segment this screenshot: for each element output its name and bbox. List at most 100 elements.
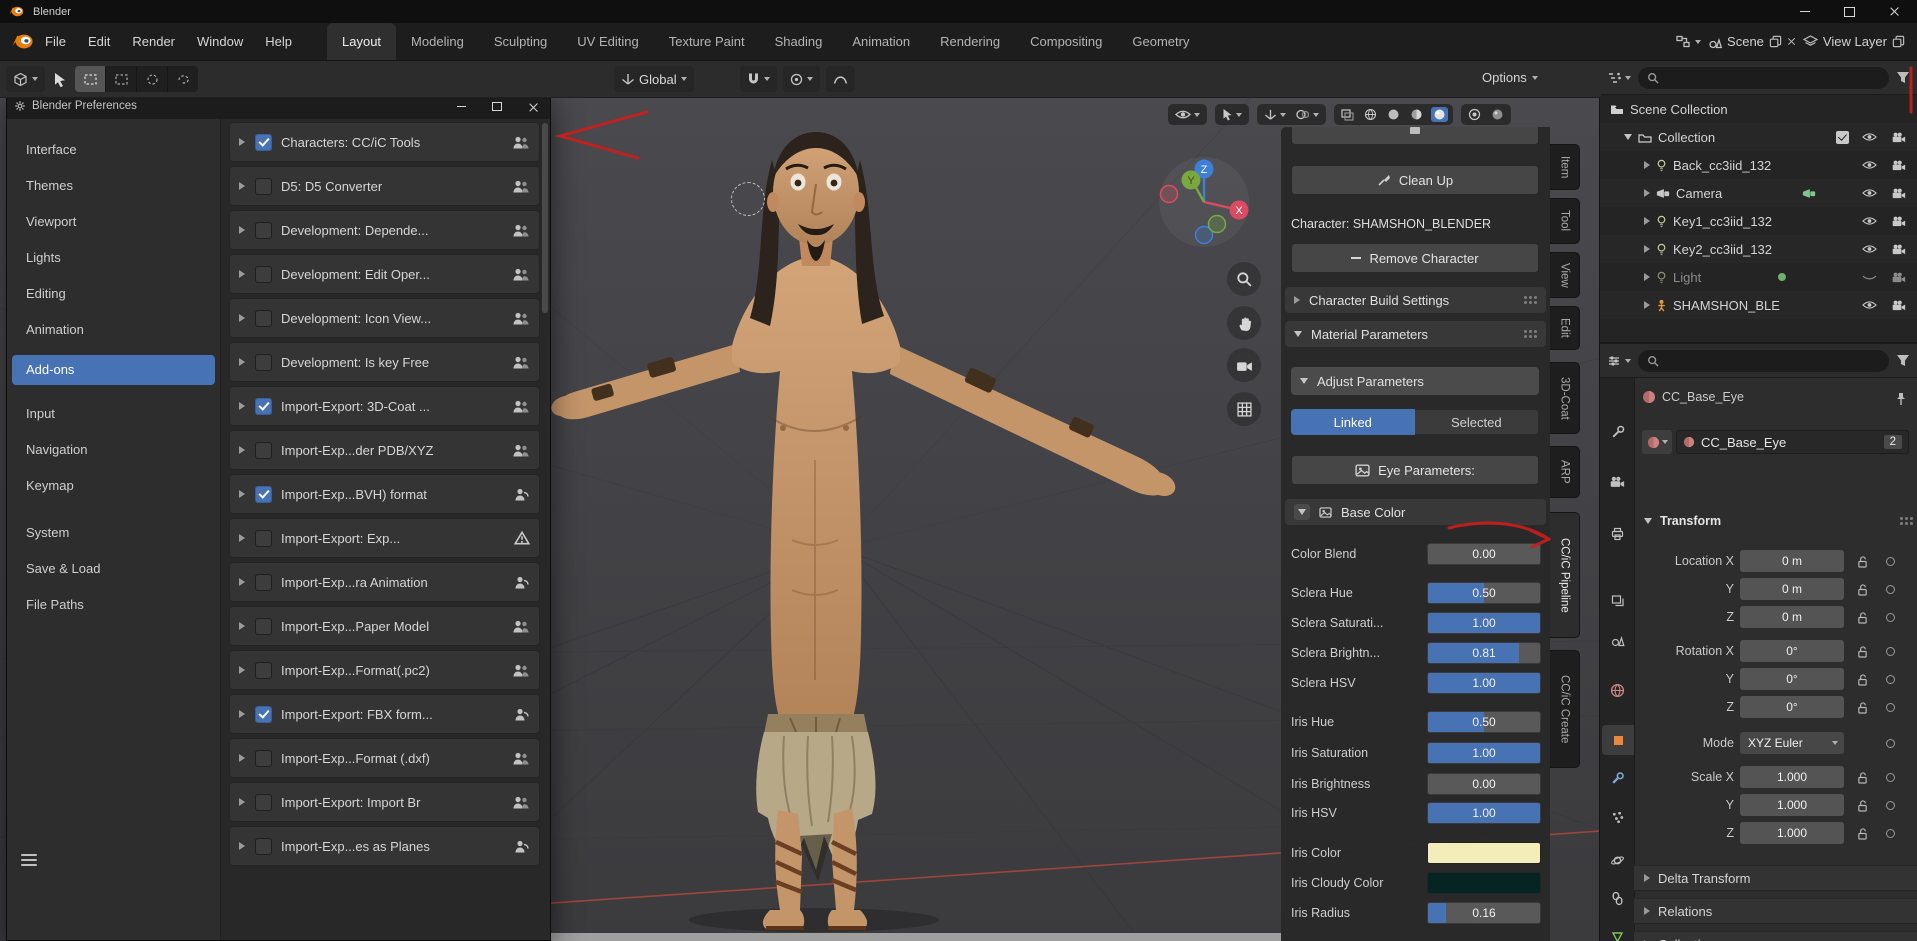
addon-checkbox[interactable] bbox=[255, 749, 272, 767]
addon-checkbox[interactable] bbox=[255, 837, 272, 855]
unlink-scene-icon[interactable] bbox=[1787, 37, 1796, 46]
hide-eye-toggle[interactable] bbox=[1862, 300, 1877, 310]
addon-row[interactable]: Development: Is key Free bbox=[229, 342, 540, 382]
rotation-x-field[interactable]: 0° bbox=[1740, 640, 1844, 662]
menu-help[interactable]: Help bbox=[254, 34, 303, 49]
tab-particles-properties[interactable] bbox=[1600, 802, 1634, 832]
hide-eye-toggle[interactable] bbox=[1862, 132, 1877, 142]
addon-checkbox[interactable] bbox=[255, 441, 272, 459]
tab-rendering[interactable]: Rendering bbox=[925, 23, 1015, 60]
render-toggle[interactable] bbox=[1891, 160, 1906, 171]
pin-icon[interactable] bbox=[1895, 392, 1907, 406]
sidebar-item-viewport[interactable]: Viewport bbox=[12, 207, 215, 237]
transform-orientation-button[interactable]: Global bbox=[614, 66, 694, 92]
lock-icon[interactable] bbox=[1857, 645, 1868, 658]
addon-checkbox[interactable] bbox=[255, 397, 272, 415]
location-y-field[interactable]: 0 m bbox=[1740, 578, 1844, 600]
render-toggle[interactable] bbox=[1891, 300, 1906, 311]
sidebar-item-system[interactable]: System bbox=[12, 518, 215, 548]
expand-icon[interactable] bbox=[239, 710, 255, 718]
addon-row[interactable]: Import-Export: Exp... bbox=[229, 518, 540, 558]
animate-dot[interactable] bbox=[1886, 800, 1895, 810]
material-name-field[interactable]: CC_Base_Eye 2 bbox=[1676, 430, 1909, 454]
expanded-icon[interactable] bbox=[1624, 134, 1632, 140]
addon-row[interactable]: Import-Exp...Format(.pc2) bbox=[229, 650, 540, 690]
addon-checkbox[interactable] bbox=[255, 793, 272, 811]
sclera-hue-slider[interactable]: 0.50 bbox=[1427, 582, 1541, 604]
lock-icon[interactable] bbox=[1857, 827, 1868, 840]
lock-icon[interactable] bbox=[1857, 799, 1868, 812]
collapsed-icon[interactable] bbox=[1644, 301, 1650, 309]
tab-scene-properties[interactable] bbox=[1600, 625, 1634, 655]
iris-radius-slider[interactable]: 0.16 bbox=[1427, 902, 1541, 924]
collapsed-icon[interactable] bbox=[1644, 217, 1650, 225]
tab-item[interactable]: Item bbox=[1550, 144, 1580, 190]
addon-row[interactable]: Import-Export: Import Br bbox=[229, 782, 540, 822]
tab-modeling[interactable]: Modeling bbox=[396, 23, 479, 60]
snap-toggle-button[interactable] bbox=[740, 66, 777, 92]
camera-view-button[interactable] bbox=[1227, 348, 1261, 382]
rotation-z-field[interactable]: 0° bbox=[1740, 696, 1844, 718]
expand-icon[interactable] bbox=[239, 754, 255, 762]
addon-row[interactable]: Development: Icon View... bbox=[229, 298, 540, 338]
animate-dot[interactable] bbox=[1886, 828, 1895, 838]
preferences-menu-button[interactable] bbox=[21, 854, 37, 856]
expand-icon[interactable] bbox=[239, 446, 255, 454]
render-toggle[interactable] bbox=[1891, 216, 1906, 227]
sidebar-item-save-load[interactable]: Save & Load bbox=[12, 554, 215, 584]
hide-eye-toggle[interactable] bbox=[1862, 272, 1877, 282]
collapsed-icon[interactable] bbox=[1644, 273, 1650, 281]
addon-checkbox[interactable] bbox=[255, 265, 272, 283]
sidebar-item-keymap[interactable]: Keymap bbox=[12, 471, 215, 501]
expand-icon[interactable] bbox=[239, 402, 255, 410]
sidebar-item-file-paths[interactable]: File Paths bbox=[12, 590, 215, 620]
animate-dot[interactable] bbox=[1886, 584, 1895, 594]
expand-icon[interactable] bbox=[239, 270, 255, 278]
addon-row[interactable]: Import-Exp...ra Animation bbox=[229, 562, 540, 602]
hide-eye-toggle[interactable] bbox=[1862, 160, 1877, 170]
ortho-toggle-button[interactable] bbox=[1227, 392, 1261, 426]
lock-icon[interactable] bbox=[1857, 555, 1868, 568]
tab-sculpting[interactable]: Sculpting bbox=[479, 23, 562, 60]
tab-animation[interactable]: Animation bbox=[837, 23, 925, 60]
tab-arp[interactable]: ARP bbox=[1550, 446, 1580, 498]
material-parameters-header[interactable]: Material Parameters bbox=[1285, 321, 1546, 347]
lock-icon[interactable] bbox=[1857, 611, 1868, 624]
animate-dot[interactable] bbox=[1886, 738, 1895, 748]
browse-material-button[interactable] bbox=[1642, 430, 1672, 454]
selectability-dropdown[interactable] bbox=[1220, 107, 1244, 122]
render-toggle[interactable] bbox=[1891, 188, 1906, 199]
select-mode-circle-button[interactable] bbox=[137, 66, 168, 92]
addon-checkbox[interactable] bbox=[255, 705, 272, 723]
addon-checkbox[interactable] bbox=[255, 177, 272, 195]
delta-transform-section[interactable]: Delta Transform bbox=[1634, 865, 1917, 891]
expand-icon[interactable] bbox=[239, 842, 255, 850]
scale-z-field[interactable]: 1.000 bbox=[1740, 822, 1844, 844]
iris-brightness-slider[interactable]: 0.00 bbox=[1427, 773, 1541, 795]
select-mode-box-button[interactable] bbox=[106, 66, 137, 92]
hide-eye-toggle[interactable] bbox=[1862, 216, 1877, 226]
tab-physics-properties[interactable] bbox=[1600, 845, 1634, 875]
eye-parameters-button[interactable]: Eye Parameters: bbox=[1291, 455, 1539, 485]
shading-solid-button[interactable] bbox=[1385, 107, 1402, 122]
sidebar-item-animation[interactable]: Animation bbox=[12, 315, 215, 345]
character-build-settings-header[interactable]: Character Build Settings bbox=[1285, 287, 1546, 313]
new-view-layer-icon[interactable] bbox=[1892, 35, 1905, 48]
render-preview-button[interactable] bbox=[1466, 107, 1483, 122]
menu-window[interactable]: Window bbox=[186, 34, 254, 49]
prefs-close-icon[interactable] bbox=[528, 102, 537, 111]
select-mode-tweak-button[interactable] bbox=[75, 66, 106, 92]
tab-view[interactable]: View bbox=[1550, 252, 1580, 298]
addon-row[interactable]: Import-Exp...der PDB/XYZ bbox=[229, 430, 540, 470]
addon-row[interactable]: D5: D5 Converter bbox=[229, 166, 540, 206]
tab-view-layer-properties[interactable] bbox=[1600, 586, 1634, 616]
tab-texture-paint[interactable]: Texture Paint bbox=[654, 23, 760, 60]
addon-checkbox[interactable] bbox=[255, 353, 272, 371]
outliner-row-scene-collection[interactable]: Scene Collection bbox=[1600, 95, 1917, 123]
active-tool-cursor-icon[interactable] bbox=[52, 71, 68, 88]
sidebar-item-editing[interactable]: Editing bbox=[12, 279, 215, 309]
menu-file[interactable]: File bbox=[34, 34, 77, 49]
prefs-maximize-icon[interactable] bbox=[492, 101, 502, 111]
animate-dot[interactable] bbox=[1886, 612, 1895, 622]
addon-checkbox[interactable] bbox=[255, 661, 272, 679]
